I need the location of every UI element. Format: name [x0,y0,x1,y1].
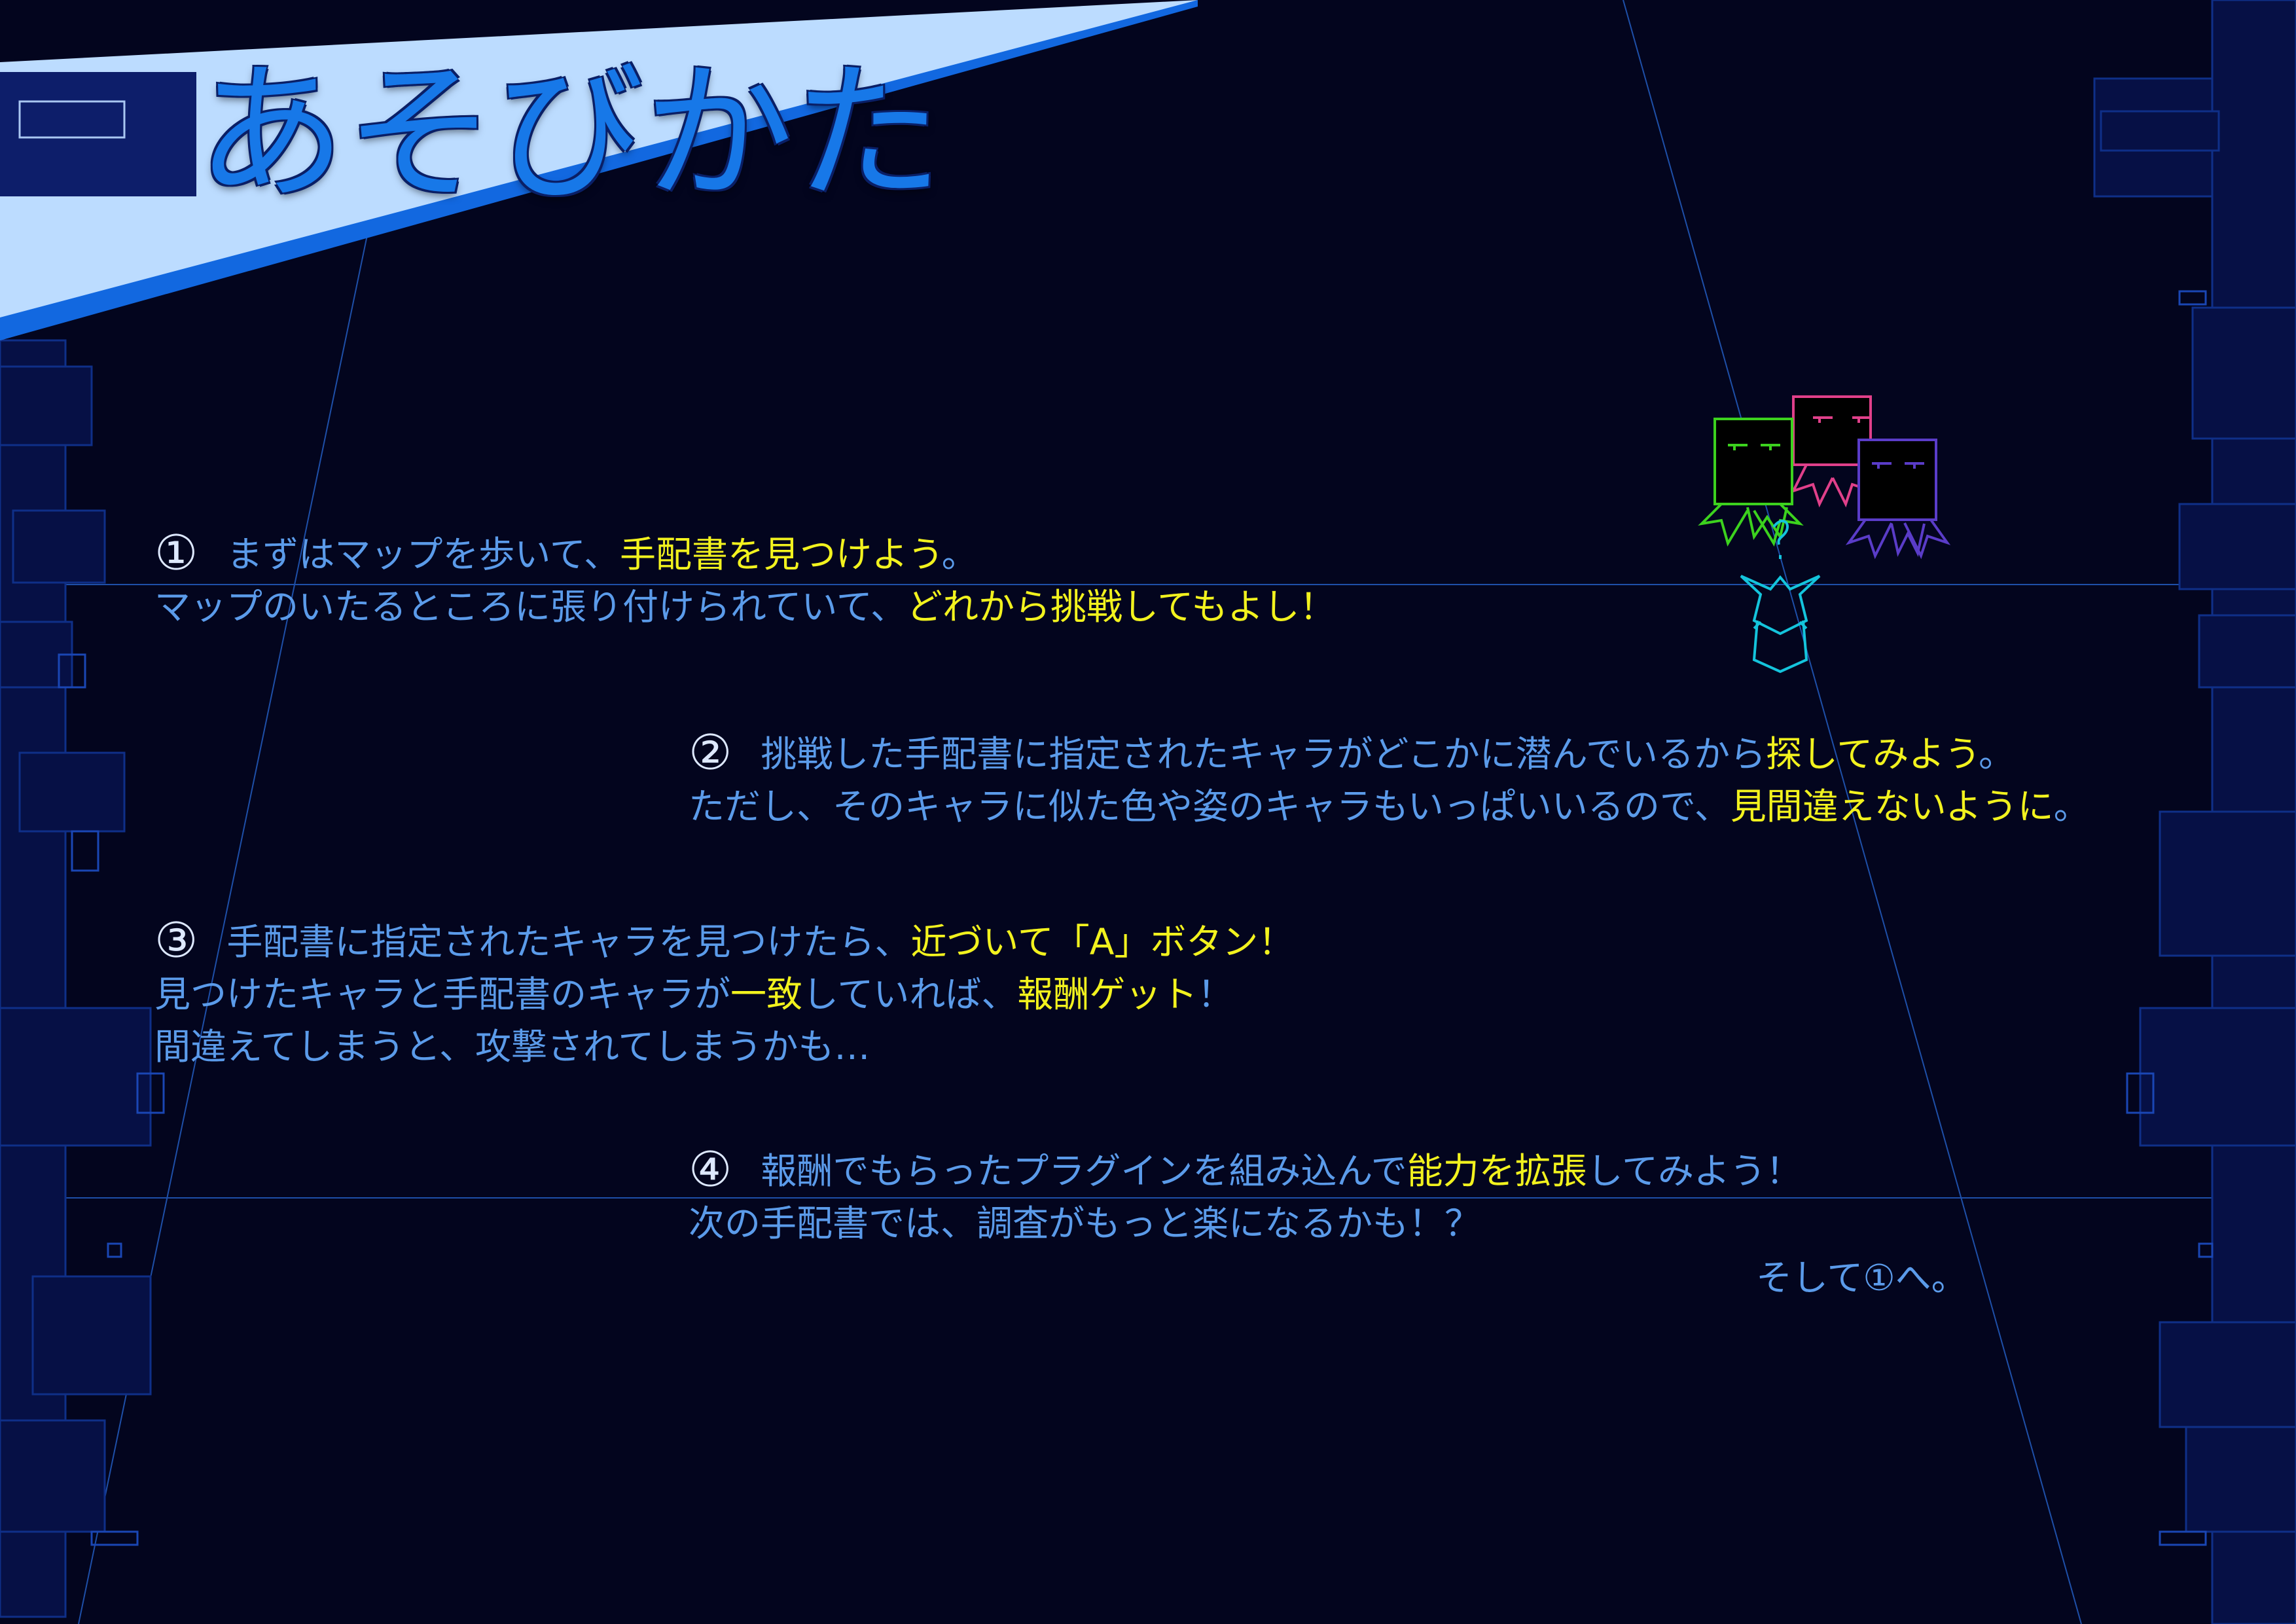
step-number: ④ [689,1142,732,1198]
step-2: ② 挑戦した手配書に指定されたキャラがどこかに潜んでいるから探してみよう。 ただし、… [689,727,2090,833]
step-line: ① まずはマップを歩いて、手配書を見つけよう。 [154,527,1336,581]
instruction-text: 挑戦した手配書に指定されたキャラがどこかに潜んでいるから [761,733,1766,775]
loop-back-text: そして①へ。 [1756,1257,1967,1299]
step-line: 間違えてしまうと、攻撃されてしまうかも… [154,1020,1294,1073]
highlight-text: 近づいて「A」ボタン！ [910,921,1295,963]
step-number: ② [689,725,732,781]
step-line: ただし、そのキャラに似た色や姿のキャラもいっぱいいるので、見間違えないように。 [689,780,2090,833]
step-line: マップのいたるところに張り付けられていて、どれから挑戦してもよし！ [154,581,1336,633]
instruction-text: 。 [941,533,978,575]
instruction-text: 。 [2053,785,2090,827]
step-line: 次の手配書では、調査がもっと楽になるかも！？ [689,1197,1802,1250]
highlight-text: 手配書を見つけよう [619,533,942,575]
highlight-text: 一致 [730,973,803,1015]
green-bug-character [1698,418,1804,547]
instruction-text: ただし、そのキャラに似た色や姿のキャラもいっぱいいるので、 [689,785,1731,827]
highlight-text: 能力を拡張 [1407,1150,1587,1192]
instruction-text: 手配書に指定されたキャラを見つけたら、 [226,921,911,963]
instruction-text: 報酬でもらったプラグインを組み込んで [761,1150,1407,1192]
instruction-text: していれば、 [802,973,1018,1015]
step-line: ④ 報酬でもらったプラグインを組み込んで能力を拡張してみよう！ [689,1144,1802,1197]
step-number: ③ [154,912,198,969]
instruction-text: ！ [1197,973,1234,1015]
instruction-text: 次の手配書では、調査がもっと楽になるかも！？ [689,1202,1481,1244]
instruction-text: マップのいたるところに張り付けられていて、 [154,586,906,628]
step-number: ① [154,525,198,581]
step-line: ② 挑戦した手配書に指定されたキャラがどこかに潜んでいるから探してみよう。 [689,727,2090,780]
step-3: ③ 手配書に指定されたキャラを見つけたら、近づいて「A」ボタン！ 見つけたキャラと手… [154,914,1294,1073]
character-group-illustration [1698,395,1951,674]
instruction-text: 間違えてしまうと、攻撃されてしまうかも… [154,1026,870,1068]
instruction-text: 見つけたキャラと手配書のキャラが [154,973,731,1015]
instruction-text: まずはマップを歩いて、 [226,533,620,575]
highlight-text: 見間違えないように [1730,785,2054,827]
step-1: ① まずはマップを歩いて、手配書を見つけよう。 マップのいたるところに張り付けられて… [154,527,1336,633]
step-line: ③ 手配書に指定されたキャラを見つけたら、近づいて「A」ボタン！ [154,914,1294,968]
highlight-text: 報酬ゲット [1017,973,1198,1015]
step-line: 見つけたキャラと手配書のキャラが一致していれば、報酬ゲット！ [154,968,1294,1020]
instruction-text: 。 [1979,733,2015,775]
cyan-player-character [1740,520,1821,674]
step-4: ④ 報酬でもらったプラグインを組み込んで能力を拡張してみよう！ 次の手配書では、調査… [689,1144,1802,1250]
highlight-text: どれから挑戦してもよし！ [906,586,1336,628]
page-title: あそびかた [196,46,942,221]
highlight-text: 探してみよう [1765,733,1979,775]
instruction-text: してみよう！ [1587,1150,1802,1192]
purple-bug-character [1845,439,1951,560]
